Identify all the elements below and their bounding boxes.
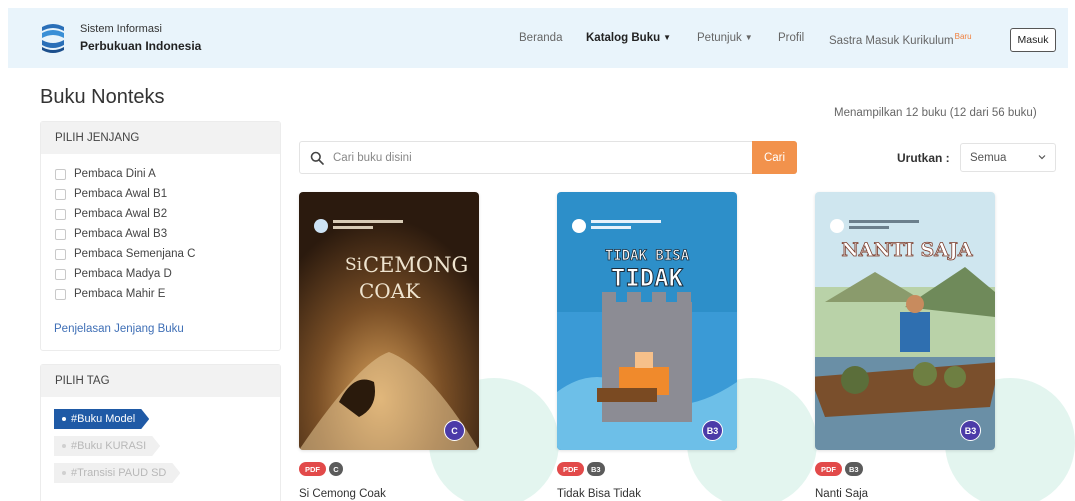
checkbox-icon[interactable] — [55, 248, 66, 260]
checkbox-pembaca-madya-d[interactable]: Pembaca Madya D — [55, 268, 172, 280]
book-badges: PDF B3 — [557, 462, 605, 476]
book-cover-image[interactable]: Si CEMONG COAK — [299, 192, 479, 450]
book-card[interactable]: TIDAK BISA TIDAK B3 PDF B3 Tidak Bisa Ti… — [557, 188, 817, 501]
cover-text-3: COAK — [359, 279, 421, 303]
book-badges: PDF B3 — [815, 462, 863, 476]
checkbox-icon[interactable] — [55, 228, 66, 240]
checkbox-icon[interactable] — [55, 208, 66, 220]
search-button[interactable]: Cari — [752, 141, 797, 174]
level-circle-badge: C — [444, 420, 465, 441]
login-button[interactable]: Masuk — [1010, 28, 1056, 52]
checkbox-pembaca-dini-a[interactable]: Pembaca Dini A — [55, 168, 156, 180]
chevron-down-icon — [1038, 155, 1046, 160]
level-badge: B3 — [845, 462, 863, 476]
pdf-badge: PDF — [557, 462, 584, 476]
checkbox-icon[interactable] — [55, 268, 66, 280]
filter-jenjang-title: PILIH JENJANG — [41, 122, 280, 154]
search-bar: Cari — [299, 141, 797, 174]
cover-art: NANTI SAJA — [815, 192, 995, 450]
filter-tag-title: PILIH TAG — [41, 365, 280, 397]
tag-label: #Buku KURASI — [71, 440, 147, 452]
cover-art: TIDAK BISA TIDAK — [557, 192, 737, 450]
checkbox-label: Pembaca Madya D — [74, 268, 172, 280]
tag-label: #Transisi PAUD SD — [71, 467, 167, 479]
cover-text-2: TIDAK — [611, 264, 684, 292]
filter-jenjang-panel: PILIH JENJANG Pembaca Dini A Pembaca Awa… — [40, 121, 281, 351]
checkbox-icon[interactable] — [55, 168, 66, 180]
checkbox-icon[interactable] — [55, 288, 66, 300]
nav-beranda[interactable]: Beranda — [519, 32, 562, 44]
nav-sastra-label: Sastra Masuk Kurikulum — [829, 34, 954, 47]
nav-profil-label: Profil — [778, 32, 805, 44]
page-title: Buku Nonteks — [40, 86, 165, 108]
jenjang-explanation-link[interactable]: Penjelasan Jenjang Buku — [54, 323, 184, 335]
book-title[interactable]: Si Cemong Coak — [299, 488, 386, 500]
sort-selected-value: Semua — [970, 151, 1007, 164]
cover-art: Si CEMONG COAK — [299, 192, 479, 450]
nav-petunjuk-label: Petunjuk — [697, 32, 742, 44]
level-circle-badge: B3 — [702, 420, 723, 441]
dot-icon — [62, 444, 66, 448]
nav-katalog-buku[interactable]: Katalog Buku ▼ — [586, 32, 671, 44]
nav-profil[interactable]: Profil — [778, 32, 804, 44]
checkbox-pembaca-mahir-e[interactable]: Pembaca Mahir E — [55, 288, 165, 300]
checkbox-label: Pembaca Awal B3 — [74, 228, 168, 240]
nav-katalog-label: Katalog Buku — [586, 32, 661, 44]
search-icon — [310, 151, 324, 165]
checkbox-label: Pembaca Mahir E — [74, 288, 166, 300]
caret-down-icon: ▼ — [744, 33, 753, 43]
level-badge: B3 — [587, 462, 605, 476]
book-cover-image[interactable]: NANTI SAJA — [815, 192, 995, 450]
checkbox-pembaca-awal-b2[interactable]: Pembaca Awal B2 — [55, 208, 167, 220]
cover-text-1: Si — [345, 255, 363, 275]
book-badges: PDF C — [299, 462, 343, 476]
checkbox-label: Pembaca Semenjana C — [74, 248, 196, 260]
top-navbar: Sistem Informasi Perbukuan Indonesia Ber… — [8, 8, 1068, 68]
book-card[interactable]: Si CEMONG COAK C PDF C Si Cemong Coak — [299, 188, 559, 501]
sort-label: Urutkan : — [897, 151, 950, 165]
caret-down-icon: ▼ — [663, 33, 672, 43]
checkbox-label: Pembaca Dini A — [74, 168, 156, 180]
sort-select[interactable]: Semua — [960, 143, 1056, 172]
cover-text-1: TIDAK BISA — [605, 248, 690, 264]
result-count: Menampilkan 12 buku (12 dari 56 buku) — [834, 107, 1037, 119]
cover-text-2: CEMONG — [363, 253, 468, 277]
book-title[interactable]: Tidak Bisa Tidak — [557, 488, 641, 500]
book-card[interactable]: NANTI SAJA B3 PDF B3 Nanti Saja — [815, 188, 1075, 501]
new-badge: Baru — [954, 32, 972, 41]
book-cover-image[interactable]: TIDAK BISA TIDAK — [557, 192, 737, 450]
sipi-logo-icon[interactable] — [38, 21, 68, 55]
tag-transisi-paud-sd[interactable]: #Transisi PAUD SD — [54, 463, 180, 483]
book-title[interactable]: Nanti Saja — [815, 488, 868, 500]
level-circle-badge: B3 — [960, 420, 981, 441]
checkbox-pembaca-semenjana-c[interactable]: Pembaca Semenjana C — [55, 248, 195, 260]
pdf-badge: PDF — [815, 462, 842, 476]
nav-sastra-masuk-kurikulum[interactable]: Sastra Masuk KurikulumBaru — [829, 32, 972, 47]
nav-petunjuk[interactable]: Petunjuk ▼ — [697, 32, 753, 44]
brand-title-line2: Perbukuan Indonesia — [80, 39, 202, 53]
nav-beranda-label: Beranda — [519, 32, 563, 44]
level-badge: C — [329, 462, 343, 476]
page-root: Sistem Informasi Perbukuan Indonesia Ber… — [0, 0, 1075, 501]
checkbox-label: Pembaca Awal B2 — [74, 208, 168, 220]
pdf-badge: PDF — [299, 462, 326, 476]
tag-buku-model[interactable]: #Buku Model — [54, 409, 149, 429]
checkbox-pembaca-awal-b3[interactable]: Pembaca Awal B3 — [55, 228, 167, 240]
checkbox-icon[interactable] — [55, 188, 66, 200]
checkbox-label: Pembaca Awal B1 — [74, 188, 168, 200]
tag-label: #Buku Model — [71, 413, 136, 425]
cover-text-1: NANTI SAJA — [841, 239, 973, 261]
search-input[interactable] — [333, 148, 743, 168]
tag-buku-kurasi[interactable]: #Buku KURASI — [54, 436, 160, 456]
checkbox-pembaca-awal-b1[interactable]: Pembaca Awal B1 — [55, 188, 167, 200]
brand-title-line1: Sistem Informasi — [80, 23, 162, 35]
filter-tag-panel: PILIH TAG #Buku Model #Buku KURASI #Tran… — [40, 364, 281, 501]
dot-icon — [62, 417, 66, 421]
dot-icon — [62, 471, 66, 475]
